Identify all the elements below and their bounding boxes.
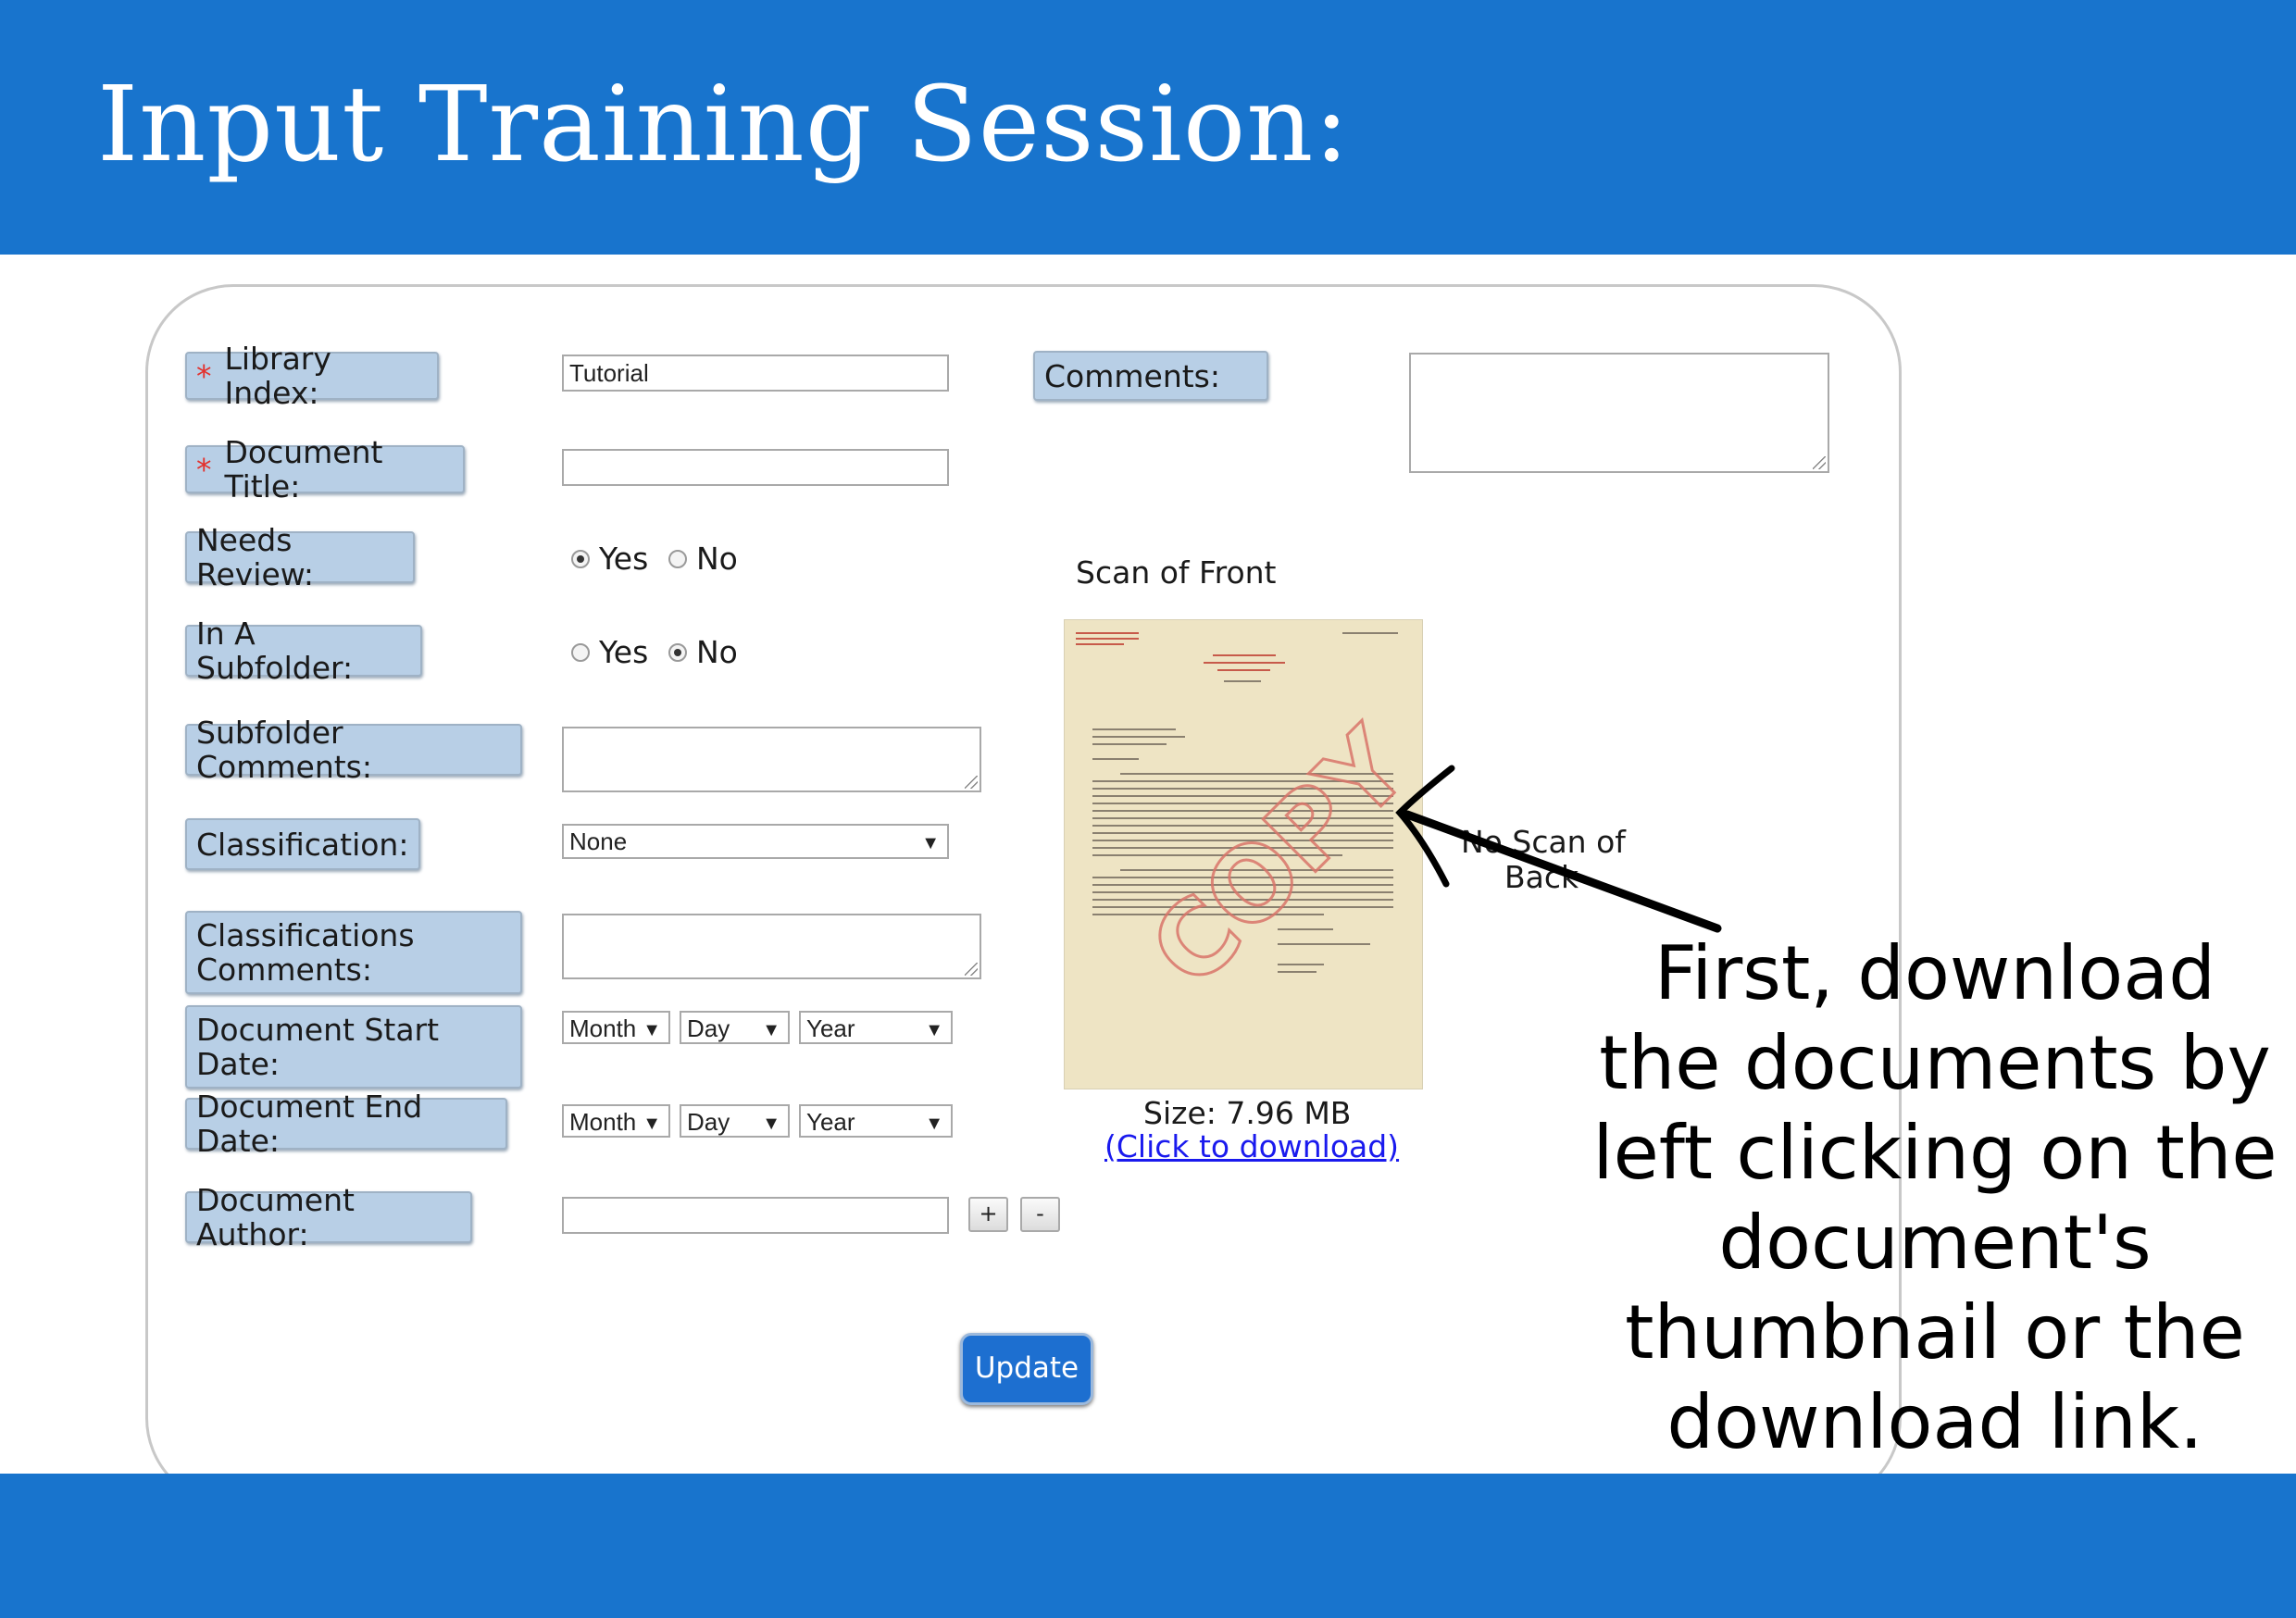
- radio-selected-icon: [571, 549, 590, 568]
- required-marker: *: [196, 357, 212, 394]
- annotation-arrow-icon: [1395, 765, 1722, 933]
- required-marker: *: [196, 451, 212, 488]
- end-year-select[interactable]: Year ▼: [799, 1104, 953, 1138]
- radio-unselected-icon: [668, 549, 687, 568]
- in-subfolder-label: In A Subfolder:: [185, 616, 422, 685]
- document-author-label: Document Author:: [185, 1183, 472, 1251]
- start-month-select[interactable]: Month ▼: [562, 1011, 670, 1044]
- classifications-comments-label: Classifications Comments:: [185, 911, 522, 994]
- subfolder-comments-label: Subfolder Comments:: [185, 716, 522, 784]
- needs-review-no-radio[interactable]: No: [668, 541, 738, 577]
- library-index-label: * Library Index:: [185, 342, 439, 410]
- dropdown-arrow-icon: ▼: [925, 1020, 943, 1040]
- classifications-comments-textarea[interactable]: [562, 914, 981, 979]
- remove-author-button[interactable]: -: [1020, 1197, 1060, 1232]
- dropdown-arrow-icon: ▼: [643, 1020, 661, 1040]
- document-start-date-label: Document Start Date:: [185, 1005, 522, 1089]
- dropdown-arrow-icon: ▼: [921, 833, 940, 853]
- document-title-label: * Document Title:: [185, 435, 465, 504]
- in-subfolder-no-radio[interactable]: No: [668, 634, 738, 670]
- resize-grip-icon[interactable]: [965, 776, 978, 789]
- document-end-date-label: Document End Date:: [185, 1089, 507, 1158]
- document-author-input[interactable]: [562, 1197, 949, 1234]
- radio-unselected-icon: [571, 642, 590, 662]
- download-link[interactable]: (Click to download): [1104, 1128, 1399, 1164]
- comments-textarea[interactable]: [1409, 353, 1829, 473]
- dropdown-arrow-icon: ▼: [643, 1114, 661, 1134]
- start-year-select[interactable]: Year ▼: [799, 1011, 953, 1044]
- document-thumbnail[interactable]: COPY: [1064, 619, 1423, 1089]
- instruction-callout: First, download the documents by left cl…: [1592, 930, 2277, 1465]
- classification-select[interactable]: None ▼: [562, 824, 949, 859]
- radio-selected-icon: [668, 642, 687, 662]
- end-month-select[interactable]: Month ▼: [562, 1104, 670, 1138]
- dropdown-arrow-icon: ▼: [925, 1114, 943, 1134]
- library-index-input[interactable]: Tutorial: [562, 355, 949, 392]
- scan-front-label: Scan of Front: [1076, 554, 1277, 591]
- needs-review-label: Needs Review:: [185, 523, 415, 591]
- title-banner: Input Training Session:: [0, 0, 2296, 255]
- comments-label: Comments:: [1033, 351, 1268, 401]
- slide-title: Input Training Session:: [97, 65, 1351, 185]
- document-title-input[interactable]: [562, 449, 949, 486]
- classification-label: Classification:: [185, 818, 420, 870]
- add-author-button[interactable]: +: [968, 1197, 1008, 1232]
- dropdown-arrow-icon: ▼: [762, 1020, 780, 1040]
- update-button[interactable]: Update: [960, 1333, 1093, 1405]
- end-day-select[interactable]: Day ▼: [680, 1104, 790, 1138]
- start-day-select[interactable]: Day ▼: [680, 1011, 790, 1044]
- footer-banner: [0, 1474, 2296, 1618]
- needs-review-yes-radio[interactable]: Yes: [571, 541, 648, 577]
- subfolder-comments-textarea[interactable]: [562, 727, 981, 792]
- resize-grip-icon[interactable]: [1813, 456, 1826, 469]
- resize-grip-icon[interactable]: [965, 963, 978, 976]
- letter-scan-image: COPY: [1065, 620, 1422, 1089]
- in-subfolder-yes-radio[interactable]: Yes: [571, 634, 648, 670]
- file-size-text: Size: 7.96 MB: [1143, 1095, 1352, 1131]
- dropdown-arrow-icon: ▼: [762, 1114, 780, 1134]
